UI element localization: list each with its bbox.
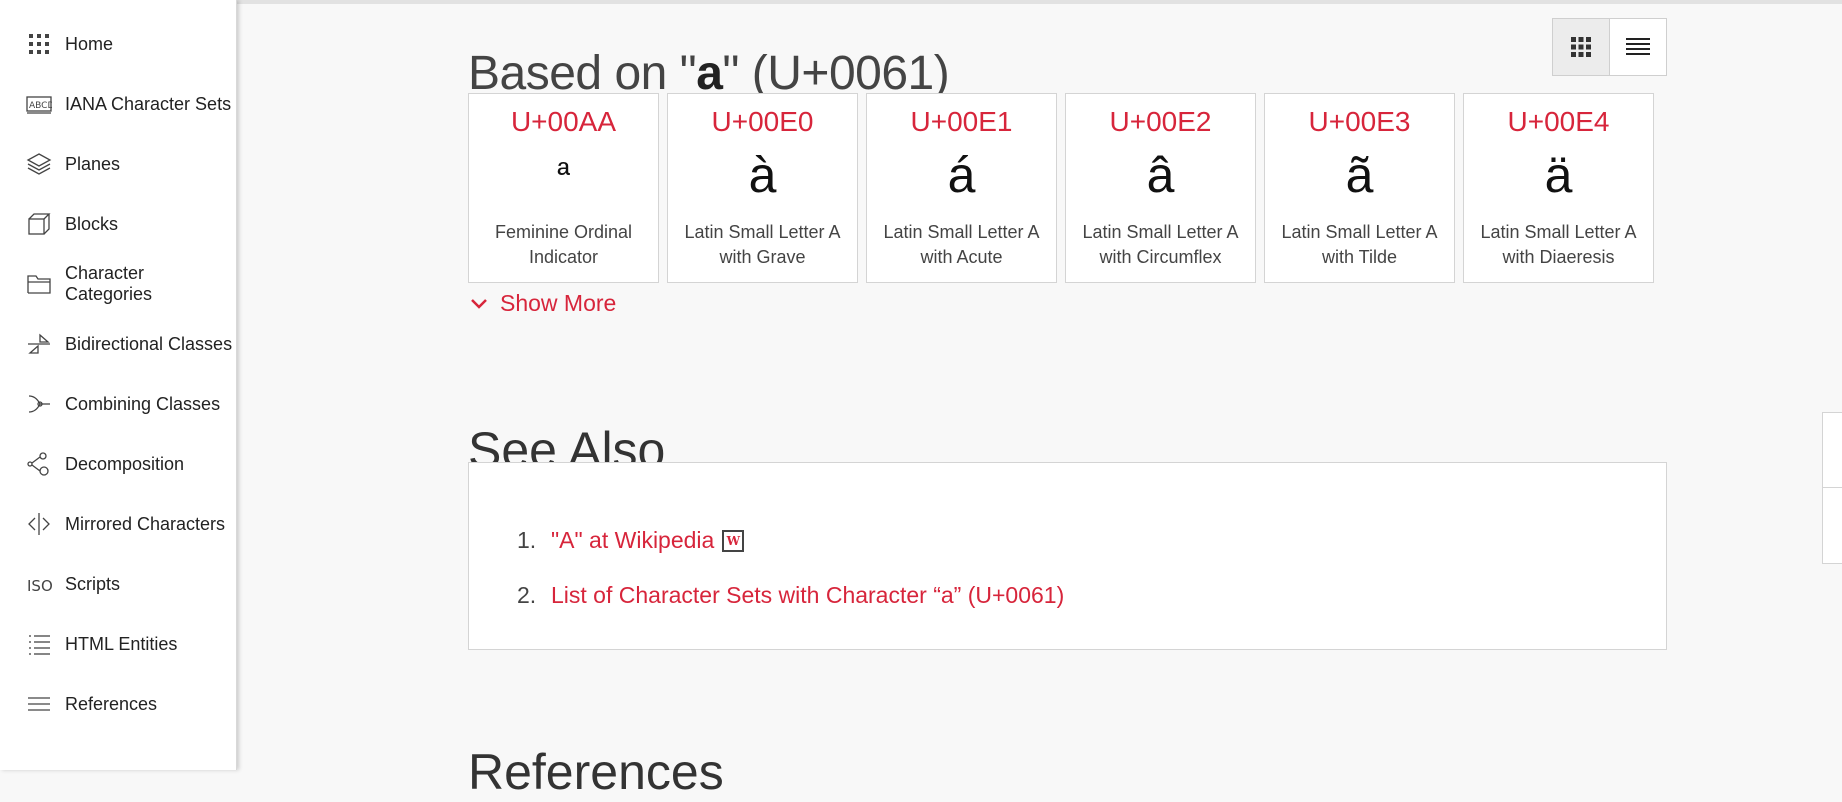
iso-icon: ISO [26,571,52,597]
folder-icon [26,271,52,297]
bidi-icon [26,331,52,357]
svg-text:ISO: ISO [27,577,52,595]
character-card[interactable]: U+00E2 â Latin Small Letter Awith Circum… [1065,93,1256,283]
sidebar-item-home[interactable]: Home [0,14,236,74]
card-glyph: ã [1345,147,1374,203]
sidebar-item-decomposition[interactable]: Decomposition [0,434,236,494]
sidebar-item-label: Decomposition [65,453,185,474]
card-glyph: á [947,147,976,203]
sidebar-item-label: Home [65,33,114,54]
sidebar-nav: Home ABCD IANA Character Sets Planes Blo… [0,14,236,734]
character-card[interactable]: U+00E0 à Latin Small Letter Awith Grave [667,93,858,283]
sidebar-item-combining-classes[interactable]: Combining Classes [0,374,236,434]
sidebar-item-label: HTML Entities [65,633,178,654]
list-icon [26,631,52,657]
card-name: Latin Small Letter Awith Tilde [1281,222,1438,267]
show-more-link[interactable]: Show More [470,290,616,317]
sidebar-item-blocks[interactable]: Blocks [0,194,236,254]
list-number: 1. [517,527,537,553]
sidebar-item-html-entities[interactable]: HTML Entities [0,614,236,674]
sidebar-item-bidirectional-classes[interactable]: Bidirectional Classes [0,314,236,374]
card-code: U+00E1 [910,106,1013,137]
see-also-panel: 1. "A" at Wikipedia W 2. List of Charact… [468,462,1667,650]
sidebar-item-label: References [65,693,158,714]
list-number: 2. [517,582,537,608]
grid-icon [1571,37,1591,57]
cube-icon [26,211,52,237]
chevron-down-icon [471,298,487,309]
side-tab-widget[interactable] [1822,412,1842,564]
list-item: 1. "A" at Wikipedia W [517,513,1064,568]
abcd-icon: ABCD [26,91,52,117]
sidebar-item-scripts[interactable]: ISO Scripts [0,554,236,614]
sidebar-item-label: Scripts [65,573,121,594]
card-name: Feminine Ordinal Indicator [494,222,633,267]
see-also-list: 1. "A" at Wikipedia W 2. List of Charact… [517,513,1064,623]
combine-icon [26,391,52,417]
character-sets-link[interactable]: List of Character Sets with Character “a… [551,582,1064,609]
layers-icon [26,151,52,177]
character-cards: U+00AA ª Feminine Ordinal Indicator U+00E… [468,93,1654,283]
card-glyph: â [1146,147,1175,203]
menu-icon [26,691,52,717]
card-name: Latin Small Letter Awith Acute [883,222,1040,267]
sidebar-item-references[interactable]: References [0,674,236,734]
card-code: U+00E0 [711,106,814,137]
card-code: U+00E2 [1109,106,1212,137]
card-name: Latin Small Letter Awith Grave [684,222,841,267]
decompose-icon [26,451,52,477]
list-view-button[interactable] [1610,18,1667,76]
character-card[interactable]: U+00E4 ä Latin Small Letter Awith Diaere… [1463,93,1654,283]
wikipedia-icon[interactable]: W [722,529,745,552]
sidebar-item-iana-character-sets[interactable]: ABCD IANA Character Sets [0,74,236,134]
character-card[interactable]: U+00AA ª Feminine Ordinal Indicator [468,93,659,283]
grid-icon [26,31,52,57]
mirror-icon [26,511,52,537]
sidebar-item-mirrored-characters[interactable]: Mirrored Characters [0,494,236,554]
sidebar-item-label: Blocks [65,213,119,234]
card-name: Latin Small Letter Awith Circumflex [1082,222,1239,267]
sidebar-item-label: Mirrored Characters [65,513,226,534]
svg-text:ABCD: ABCD [29,101,52,111]
top-border [0,0,1842,4]
sidebar-item-label: Character Categories [65,263,153,304]
references-heading: References [468,743,724,800]
list-item: 2. List of Character Sets with Character… [517,568,1064,623]
card-name: Latin Small Letter Awith Diaeresis [1480,222,1637,267]
sidebar-item-planes[interactable]: Planes [0,134,236,194]
sidebar-item-character-categories[interactable]: Character Categories [0,254,236,314]
card-glyph: ä [1544,147,1573,203]
sidebar: Home ABCD IANA Character Sets Planes Blo… [0,0,237,770]
card-code: U+00E3 [1308,106,1411,137]
view-toggle [1552,18,1667,76]
sidebar-item-label: Bidirectional Classes [65,333,233,354]
card-glyph: à [748,147,777,203]
character-card[interactable]: U+00E3 ã Latin Small Letter Awith Tilde [1264,93,1455,283]
wikipedia-link[interactable]: "A" at Wikipedia [551,527,714,554]
card-code: U+00E4 [1507,106,1610,137]
list-icon [1626,38,1650,55]
sidebar-item-label: Planes [65,153,121,174]
card-code: U+00AA [510,106,617,137]
divider [1823,487,1842,488]
card-glyph: ª [557,156,570,194]
character-card[interactable]: U+00E1 á Latin Small Letter Awith Acute [866,93,1057,283]
grid-view-button[interactable] [1552,18,1610,76]
sidebar-item-label: IANA Character Sets [65,93,232,114]
sidebar-item-label: Combining Classes [65,393,221,414]
